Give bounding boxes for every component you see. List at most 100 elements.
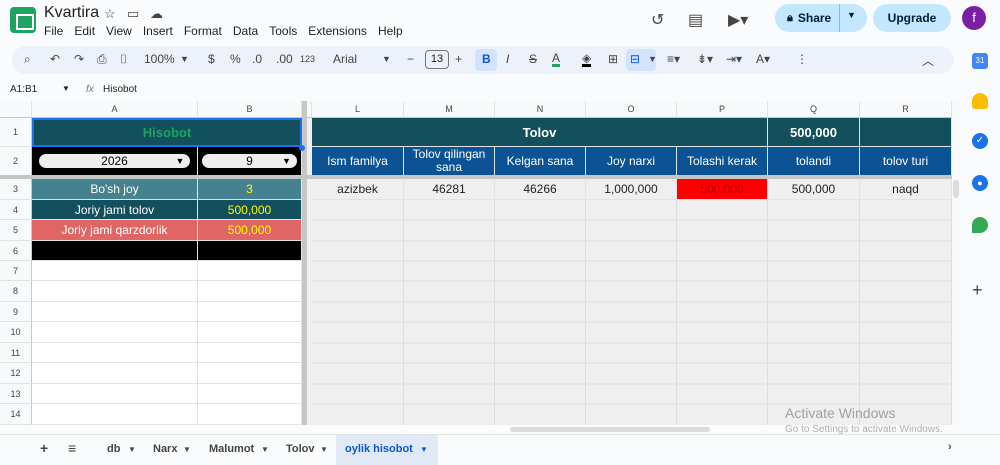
move-folder-icon[interactable]: ▭ [127,6,139,22]
bold-button[interactable]: B [482,52,491,66]
row-header-6[interactable]: 6 [0,241,32,261]
tolov-total-cell[interactable]: 500,000 [768,118,860,147]
sheet-tab-tolov[interactable]: Tolov [286,443,315,455]
all-sheets-icon[interactable]: ≡ [68,440,76,456]
row-header-8[interactable]: 8 [0,281,32,302]
increase-decimal-button[interactable]: .00 [276,52,293,66]
borders-icon[interactable]: ⊞ [608,52,618,66]
col-header-r[interactable]: R [860,101,952,118]
maps-icon[interactable] [972,217,988,233]
name-box-dropdown-icon[interactable]: ▼ [62,84,70,93]
col-header-p[interactable]: P [677,101,768,118]
year-cell[interactable]: 2026 ▼ [32,147,198,176]
sheets-logo-icon[interactable] [10,7,36,33]
font-select[interactable]: Arial [333,52,357,66]
merge-dropdown-icon[interactable]: ▼ [648,54,657,64]
header-tolov-turi[interactable]: tolov turi [860,147,952,176]
empty-black-cell-b6[interactable] [198,241,302,261]
strikethrough-button[interactable]: S [529,52,537,66]
menu-data[interactable]: Data [233,24,258,38]
currency-format-button[interactable]: $ [208,52,215,66]
row-header-4[interactable]: 4 [0,200,32,220]
search-menus-icon[interactable]: ⌕ [24,52,31,67]
tab-dropdown-icon[interactable]: ▼ [261,445,269,454]
frozen-row-divider[interactable] [0,175,952,179]
font-size-input[interactable]: 13 [425,50,449,69]
decrease-decimal-button[interactable]: .0 [252,52,262,66]
data-ism-familya[interactable]: azizbek [312,179,404,200]
header-tolov-qilingan-sana[interactable]: Tolov qilingan sana [404,147,495,176]
menu-format[interactable]: Format [184,24,222,38]
font-size-increase-icon[interactable]: + [455,52,462,66]
italic-button[interactable]: I [506,52,509,66]
row-header-1[interactable]: 1 [0,118,32,147]
text-color-button[interactable]: A [552,52,561,67]
merge-cells-icon[interactable]: ⊟ [630,52,640,66]
share-dropdown-icon[interactable]: ▼ [847,10,856,20]
bosh-joy-value-cell[interactable]: 3 [198,179,302,200]
tab-dropdown-icon[interactable]: ▼ [420,445,428,454]
contacts-icon[interactable]: ● [972,175,988,191]
header-joy-narxi[interactable]: Joy narxi [586,147,677,176]
name-box[interactable]: A1:B1 [10,84,37,95]
row-header-10[interactable]: 10 [0,322,32,343]
joriy-qarzdorlik-value-cell[interactable]: 500,000 [198,220,302,241]
sheet-tab-malumot[interactable]: Malumot [209,443,254,455]
text-rotation-icon[interactable]: A▾ [756,52,770,66]
more-formats-button[interactable]: 123 [300,54,315,64]
calendar-icon[interactable]: 31 [972,53,988,69]
horizontal-scroll-thumb[interactable] [510,427,710,432]
menu-insert[interactable]: Insert [143,24,173,38]
cell[interactable] [198,363,302,384]
row-header-2[interactable]: 2 [0,147,32,176]
row-header-11[interactable]: 11 [0,343,32,363]
row-header-5[interactable]: 5 [0,220,32,241]
horizontal-align-icon[interactable]: ≡▾ [667,52,680,66]
add-sheet-icon[interactable]: + [40,440,48,456]
header-ism-familya[interactable]: Ism familya [312,147,404,176]
cell[interactable] [198,261,302,281]
cell[interactable] [198,322,302,343]
empty-black-cell-a6[interactable] [32,241,198,261]
menu-extensions[interactable]: Extensions [308,24,367,38]
col-header-b[interactable]: B [198,101,302,118]
col-header-q[interactable]: Q [768,101,860,118]
month-dropdown[interactable]: 9 ▼ [202,154,297,168]
more-options-icon[interactable]: ⋮ [796,52,808,66]
select-all-corner[interactable] [0,101,32,118]
tab-dropdown-icon[interactable]: ▼ [183,445,191,454]
sheet-tab-db[interactable]: db [107,443,120,455]
cell[interactable] [198,302,302,322]
add-addon-icon[interactable]: + [972,280,983,301]
zoom-select[interactable]: 100% [144,52,175,66]
menu-view[interactable]: View [106,24,132,38]
hisobot-title-cell[interactable]: Hisobot [32,118,302,147]
fill-color-icon[interactable]: ◈ [582,52,592,67]
font-dropdown-icon[interactable]: ▼ [382,54,391,64]
vertical-align-icon[interactable]: ⇟▾ [697,52,713,66]
explore-icon[interactable]: › [948,441,952,453]
cell[interactable] [32,281,198,302]
col-header-a[interactable]: A [32,101,198,118]
star-icon[interactable]: ☆ [104,6,116,22]
cell[interactable] [198,404,302,425]
col-header-n[interactable]: N [495,101,586,118]
vertical-scroll-thumb[interactable] [953,180,959,198]
col-header-l[interactable]: L [312,101,404,118]
data-tolov-turi[interactable]: naqd [860,179,952,200]
cell[interactable] [198,281,302,302]
tolov-title-cell[interactable]: Tolov [312,118,768,147]
cell[interactable] [198,343,302,363]
col-header-o[interactable]: O [586,101,677,118]
upgrade-button[interactable]: Upgrade [873,4,951,32]
header-kelgan-sana[interactable]: Kelgan sana [495,147,586,176]
menu-file[interactable]: File [44,24,63,38]
data-tolov-qilingan-sana[interactable]: 46281 [404,179,495,200]
row-header-12[interactable]: 12 [0,363,32,384]
month-cell[interactable]: 9 ▼ [198,147,302,176]
vertical-scrollbar[interactable] [952,101,960,425]
formula-input[interactable]: Hisobot [103,84,137,95]
cell[interactable] [32,302,198,322]
font-size-decrease-icon[interactable]: − [407,52,414,66]
tasks-icon[interactable]: ✓ [972,133,988,149]
